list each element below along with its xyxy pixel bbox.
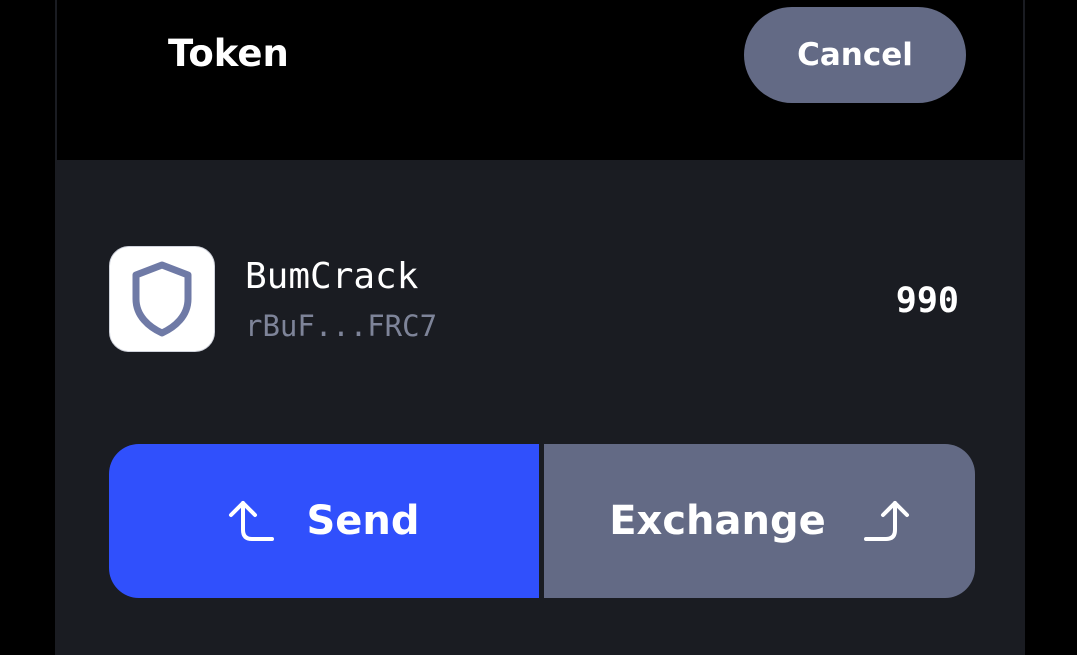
send-button[interactable]: Send (109, 444, 539, 598)
screen: Token Cancel BumCrack rBuF...FRC7 990 Se… (0, 0, 1077, 655)
arrow-up-left-icon (228, 498, 276, 544)
shield-icon (109, 246, 215, 352)
cancel-button[interactable]: Cancel (744, 7, 966, 103)
token-address: rBuF...FRC7 (245, 309, 438, 343)
token-balance: 990 (895, 281, 959, 321)
exchange-button[interactable]: Exchange (544, 444, 975, 598)
exchange-label: Exchange (609, 498, 826, 544)
token-panel: Token Cancel BumCrack rBuF...FRC7 990 Se… (55, 0, 1025, 655)
page-title: Token (168, 32, 289, 75)
send-label: Send (306, 498, 420, 544)
token-name: BumCrack (245, 256, 419, 297)
token-row[interactable]: BumCrack rBuF...FRC7 990 (109, 246, 975, 354)
arrow-up-right-icon (862, 498, 910, 544)
action-buttons: Send Exchange (109, 444, 975, 598)
header-bar: Token Cancel (57, 0, 1023, 160)
